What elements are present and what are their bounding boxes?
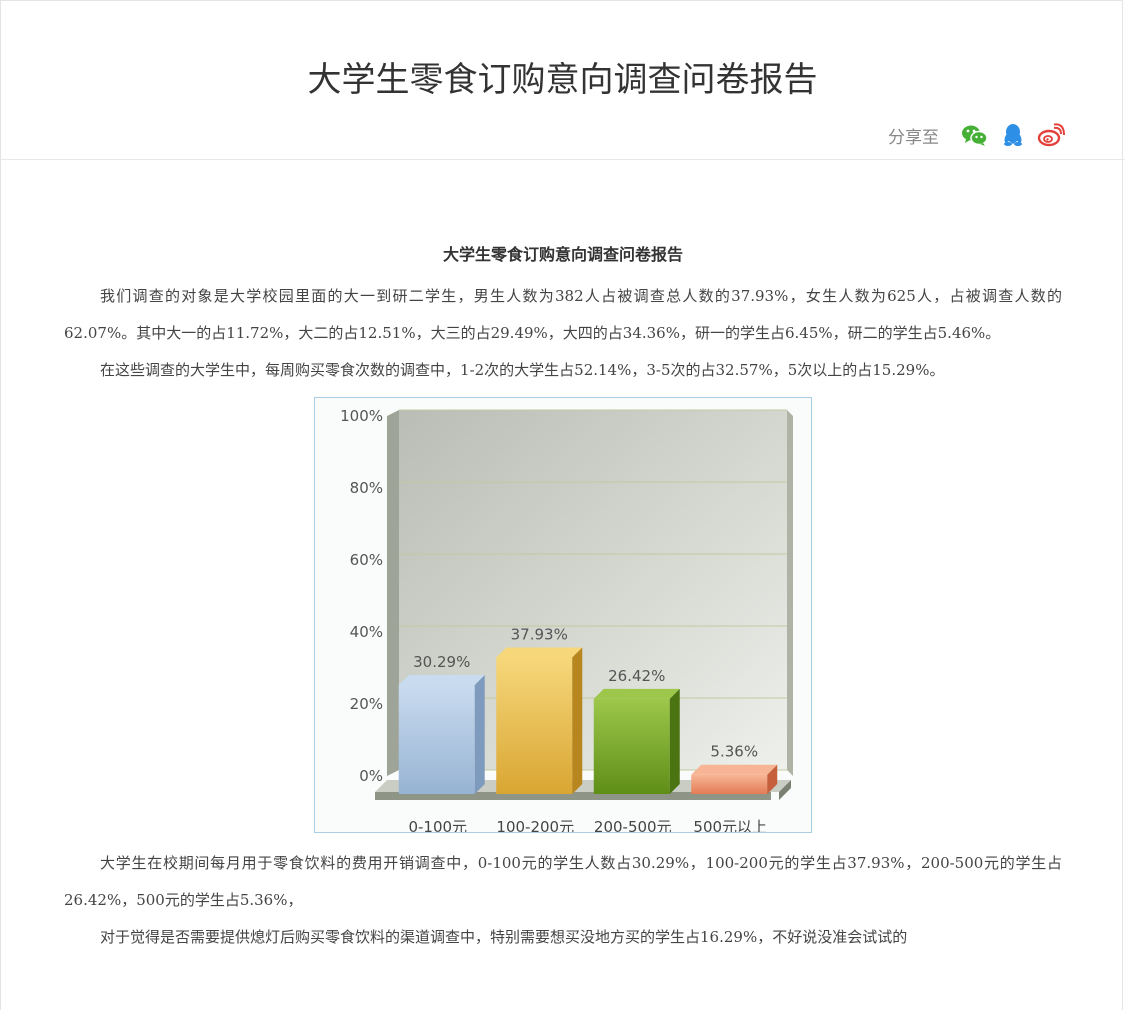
bar-value-label: 5.36% xyxy=(710,743,758,761)
bar-front xyxy=(593,698,670,794)
paragraph-late-night-channel: 对于觉得是否需要提供熄灯后购买零食饮料的渠道调查中，特别需要想买没地方买的学生占… xyxy=(100,928,908,946)
bar-front xyxy=(691,774,768,794)
share-label: 分享至 xyxy=(888,127,939,148)
wechat-icon[interactable] xyxy=(961,123,989,147)
bar-top xyxy=(691,764,778,775)
x-category-label: 500元以上 xyxy=(693,818,767,832)
bar-value-label: 30.29% xyxy=(413,653,470,671)
bar-value-label: 26.42% xyxy=(608,667,665,685)
x-category-label: 200-500元 xyxy=(594,818,672,832)
x-category-label: 0-100元 xyxy=(408,818,467,832)
article-title: 大学生零食订购意向调查问卷报告 xyxy=(442,245,683,264)
paragraph-demographics: 我们调查的对象是大学校园里面的大一到研二学生，男生人数为382人占被调查总人数的… xyxy=(64,287,1062,342)
chart-svg: 0% 20% 40% 60% 80% 100% 30.29% 0-100元 37.93% 100-… xyxy=(340,407,793,832)
bar-top xyxy=(593,688,680,699)
bar-side xyxy=(572,647,583,794)
bar-side xyxy=(669,688,680,794)
share-bar: 分享至 xyxy=(888,122,1065,148)
bar-front xyxy=(496,657,573,794)
bar-value-label: 37.93% xyxy=(511,625,568,643)
bar-front xyxy=(398,684,475,794)
bar-side xyxy=(474,674,485,794)
qq-icon[interactable] xyxy=(999,123,1027,147)
page-title: 大学生零食订购意向调查问卷报告 xyxy=(307,60,818,100)
y-tick-label: 80% xyxy=(350,479,383,497)
y-tick-label: 60% xyxy=(350,551,383,569)
y-tick-label: 0% xyxy=(359,767,383,785)
x-category-label: 100-200元 xyxy=(496,818,574,832)
spending-bar-chart: 0% 20% 40% 60% 80% 100% 30.29% 0-100元 37.93% 100-… xyxy=(314,397,812,833)
paragraph-monthly-spending: 大学生在校期间每月用于零食饮料的费用开销调查中，0-100元的学生人数占30.2… xyxy=(64,854,1062,909)
bar-top xyxy=(496,647,583,658)
y-tick-label: 40% xyxy=(350,623,383,641)
y-tick-label: 100% xyxy=(340,407,383,425)
weibo-icon[interactable] xyxy=(1037,123,1065,147)
paragraph-purchase-frequency: 在这些调查的大学生中，每周购买零食次数的调查中，1-2次的大学生占52.14%，… xyxy=(100,361,945,379)
article: 大学生零食订购意向调查问卷报告 我们调查的对象是大学校园里面的大一到研二学生，男… xyxy=(64,240,1062,956)
y-tick-label: 20% xyxy=(350,695,383,713)
bar-top xyxy=(398,674,485,685)
plot-right-edge xyxy=(787,410,793,776)
plot-left-wall xyxy=(387,410,399,776)
header: 大学生零食订购意向调查问卷报告 分享至 xyxy=(0,0,1125,160)
